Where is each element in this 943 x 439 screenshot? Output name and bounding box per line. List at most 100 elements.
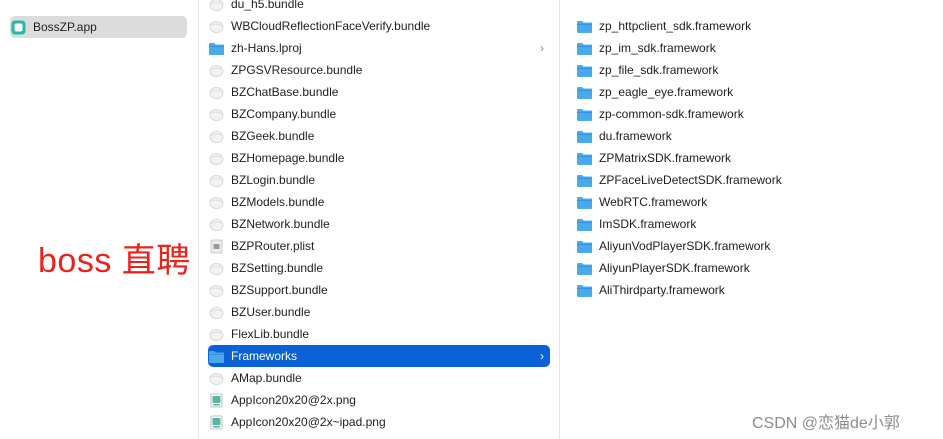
framework-item-label: zp-common-sdk.framework [599, 107, 744, 121]
framework-item-label: AliThirdparty.framework [599, 283, 725, 297]
plist-icon [208, 239, 225, 254]
bundle-item-11[interactable]: BZNetwork.bundle [208, 213, 550, 235]
bundle-icon [208, 0, 225, 12]
annotation-text: boss 直聘 [38, 242, 191, 280]
bundle-icon [208, 283, 225, 298]
bundle-item-4[interactable]: ZPGSVResource.bundle [208, 59, 550, 81]
bundle-item-8[interactable]: BZHomepage.bundle [208, 147, 550, 169]
bundle-item-label: FlexLib.bundle [231, 327, 310, 341]
framework-item-label: zp_im_sdk.framework [599, 41, 716, 55]
sidebar-item-label: BossZP.app [33, 20, 97, 34]
bundle-column: du_h5.bundle WBCloudReflectionFaceVerify.… [198, 0, 559, 439]
framework-item-12[interactable]: AliyunPlayerSDK.framework [576, 257, 934, 279]
bundle-item-10[interactable]: BZModels.bundle [208, 191, 550, 213]
bundle-item-16[interactable]: FlexLib.bundle [208, 323, 550, 345]
bundle-item-label: BZPRouter.plist [231, 239, 315, 253]
bundle-item-label: WBCloudReflectionFaceVerify.bundle [231, 19, 431, 33]
bundle-item-13[interactable]: BZSetting.bundle [208, 257, 550, 279]
folder-icon [576, 129, 593, 144]
framework-item-2[interactable]: zp_im_sdk.framework [576, 37, 934, 59]
bundle-icon [208, 19, 225, 34]
framework-item-5[interactable]: zp-common-sdk.framework [576, 103, 934, 125]
chevron-right-icon: › [540, 41, 544, 55]
bundle-icon [208, 195, 225, 210]
folder-icon [208, 41, 225, 56]
folder-icon [576, 261, 593, 276]
folder-icon [208, 349, 225, 364]
bundle-item-label: Frameworks [231, 349, 298, 363]
bundle-item-18[interactable]: AMap.bundle [208, 367, 550, 389]
bundle-item-15[interactable]: BZUser.bundle [208, 301, 550, 323]
folder-icon [576, 63, 593, 78]
bundle-item-7[interactable]: BZGeek.bundle [208, 125, 550, 147]
bundle-item-3[interactable]: zh-Hans.lproj › [208, 37, 550, 59]
framework-item-13[interactable]: AliThirdparty.framework [576, 279, 934, 301]
bundle-icon [208, 305, 225, 320]
framework-item-11[interactable]: AliyunVodPlayerSDK.framework [576, 235, 934, 257]
bundle-item-label: BZHomepage.bundle [231, 151, 345, 165]
framework-item-10[interactable]: ImSDK.framework [576, 213, 934, 235]
bundle-item-19[interactable]: AppIcon20x20@2x.png [208, 389, 550, 411]
bundle-icon [208, 327, 225, 342]
bundle-item-label: AMap.bundle [231, 371, 302, 385]
bundle-item-2[interactable]: WBCloudReflectionFaceVerify.bundle [208, 15, 550, 37]
framework-item-8[interactable]: ZPFaceLiveDetectSDK.framework [576, 169, 934, 191]
bundle-item-9[interactable]: BZLogin.bundle [208, 169, 550, 191]
framework-item-label: ImSDK.framework [599, 217, 697, 231]
folder-icon [576, 19, 593, 34]
bundle-item-14[interactable]: BZSupport.bundle [208, 279, 550, 301]
png-icon [208, 415, 225, 430]
framework-item-label: WebRTC.framework [599, 195, 708, 209]
bundle-item-20[interactable]: AppIcon20x20@2x~ipad.png [208, 411, 550, 433]
bundle-item-label: BZCompany.bundle [231, 107, 337, 121]
folder-icon [576, 283, 593, 298]
framework-item-1[interactable]: zp_httpclient_sdk.framework [576, 15, 934, 37]
bundle-icon [208, 85, 225, 100]
bundle-item-label: BZNetwork.bundle [231, 217, 330, 231]
folder-icon [576, 173, 593, 188]
bundle-item-6[interactable]: BZCompany.bundle [208, 103, 550, 125]
framework-item-7[interactable]: ZPMatrixSDK.framework [576, 147, 934, 169]
bundle-item-label: BZSetting.bundle [231, 261, 324, 275]
frameworks-column: zp_httpclient_sdk.framework zp_im_sdk.fra… [559, 0, 943, 439]
bundle-icon [208, 371, 225, 386]
folder-icon [576, 195, 593, 210]
framework-item-9[interactable]: WebRTC.framework [576, 191, 934, 213]
bundle-item-5[interactable]: BZChatBase.bundle [208, 81, 550, 103]
bundle-item-17[interactable]: Frameworks › [208, 345, 550, 367]
sidebar-column: BossZP.app [0, 0, 197, 439]
bundle-item-label: BZUser.bundle [231, 305, 311, 319]
watermark: CSDN @恋猫de小郭 [752, 415, 900, 432]
bundle-icon [208, 151, 225, 166]
bundle-item-label: BZGeek.bundle [231, 129, 315, 143]
folder-icon [576, 85, 593, 100]
app-icon [10, 20, 27, 35]
bundle-item-label: AppIcon20x20@2x~ipad.png [231, 415, 386, 429]
folder-icon [576, 107, 593, 122]
bundle-item-1[interactable]: du_h5.bundle [208, 0, 550, 15]
bundle-icon [208, 173, 225, 188]
framework-item-6[interactable]: du.framework [576, 125, 934, 147]
bundle-item-label: du_h5.bundle [231, 0, 304, 11]
bundle-item-label: BZChatBase.bundle [231, 85, 339, 99]
framework-item-label: ZPMatrixSDK.framework [599, 151, 732, 165]
folder-icon [576, 41, 593, 56]
framework-item-label: du.framework [599, 129, 672, 143]
bundle-icon [208, 107, 225, 122]
bundle-icon [208, 217, 225, 232]
folder-icon [576, 239, 593, 254]
framework-item-3[interactable]: zp_file_sdk.framework [576, 59, 934, 81]
framework-item-label: ZPFaceLiveDetectSDK.framework [599, 173, 782, 187]
sidebar-item-1[interactable]: BossZP.app [10, 16, 187, 38]
chevron-right-icon: › [540, 349, 544, 363]
folder-icon [576, 151, 593, 166]
bundle-icon [208, 261, 225, 276]
png-icon [208, 393, 225, 408]
bundle-item-label: zh-Hans.lproj [231, 41, 302, 55]
bundle-icon [208, 63, 225, 78]
bundle-item-label: BZLogin.bundle [231, 173, 316, 187]
framework-item-4[interactable]: zp_eagle_eye.framework [576, 81, 934, 103]
bundle-item-label: AppIcon20x20@2x.png [231, 393, 356, 407]
framework-item-label: zp_file_sdk.framework [599, 63, 719, 77]
bundle-item-12[interactable]: BZPRouter.plist [208, 235, 550, 257]
